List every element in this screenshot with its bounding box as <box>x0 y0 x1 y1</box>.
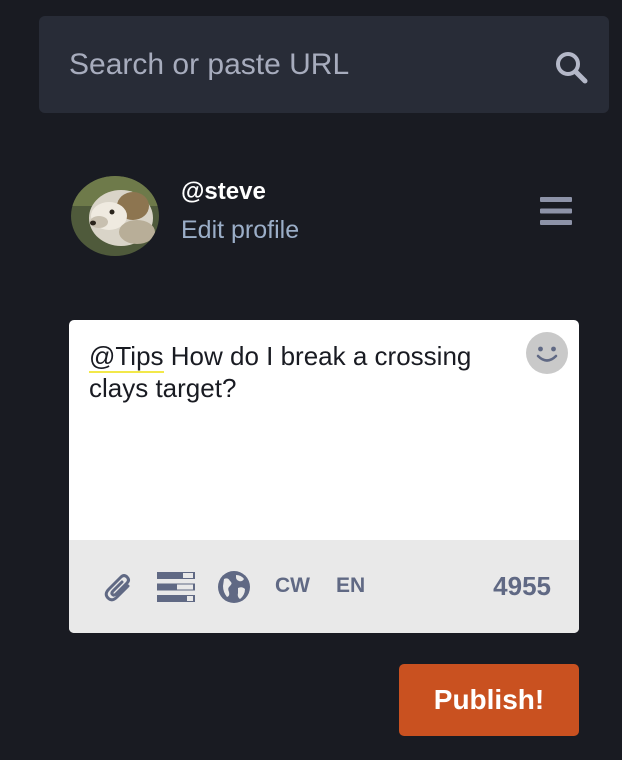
edit-profile-link[interactable]: Edit profile <box>181 216 299 245</box>
avatar[interactable] <box>71 176 159 256</box>
hamburger-menu-icon[interactable] <box>540 196 572 226</box>
compose-toolbar: CW EN 4955 <box>69 540 579 633</box>
page: @steve Edit profile @Tips How do I break… <box>0 0 622 760</box>
avatar-image <box>71 176 159 256</box>
language-button[interactable]: EN <box>336 574 365 598</box>
search-input[interactable] <box>69 16 539 113</box>
paperclip-icon[interactable] <box>101 570 133 604</box>
search-box[interactable] <box>39 16 609 113</box>
publish-button[interactable]: Publish! <box>399 664 579 736</box>
character-counter: 4955 <box>493 571 551 601</box>
smiley-face-icon[interactable] <box>525 331 569 375</box>
compose-textarea[interactable]: @Tips How do I break a crossing clays ta… <box>89 340 519 404</box>
poll-icon[interactable] <box>157 570 195 604</box>
compose-form: @Tips How do I break a crossing clays ta… <box>69 320 579 633</box>
content-warning-button[interactable]: CW <box>275 574 310 598</box>
mention-tips: @Tips <box>89 341 164 373</box>
globe-icon[interactable] <box>217 570 251 604</box>
profile-card: @steve Edit profile <box>71 172 611 262</box>
profile-handle: @steve <box>181 178 266 205</box>
search-icon[interactable] <box>553 49 589 85</box>
